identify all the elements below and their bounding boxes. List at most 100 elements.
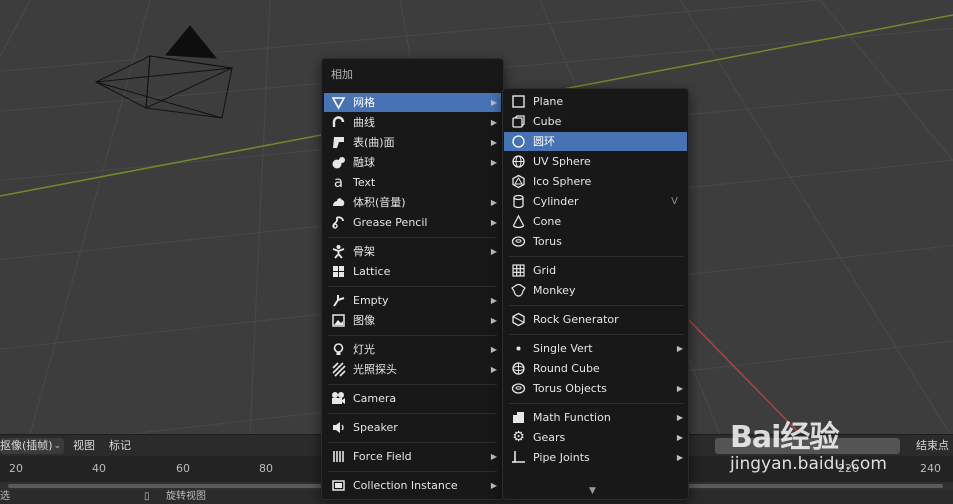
submenu-arrow-icon: ▶ [676,453,683,462]
mesh-item-pipe-joints[interactable]: Pipe Joints ▶ [504,448,687,467]
menu-item-label: Force Field [353,450,412,463]
cone-icon [511,214,526,229]
menu-item-label: Torus Objects [533,382,607,395]
camera-object [94,25,234,119]
mesh-item-round-cube[interactable]: Round Cube [504,359,687,378]
submenu-arrow-icon: ▶ [490,247,497,256]
status-rotate-view: 旋转视图 [166,491,206,502]
menu-item-label: 图像 [353,314,375,327]
menu-item-label: 圆环 [533,135,555,148]
frame-tick: 220 [838,462,859,475]
pipe-joints-icon [511,450,526,465]
add-menu-title: 相加 [331,68,353,81]
menu-item-label: Lattice [353,265,391,278]
mesh-item-single-vert[interactable]: Single Vert ▶ [504,339,687,358]
frame-field[interactable] [715,438,900,454]
menu-item-label: 灯光 [353,343,375,356]
submenu-arrow-icon: ▶ [676,413,683,422]
menu-item-label: 融球 [353,156,375,169]
mesh-item-gears[interactable]: ⚙ Gears ▶ [504,428,687,447]
submenu-arrow-icon: ▶ [490,296,497,305]
force-field-icon [331,449,346,464]
mesh-item-grid[interactable]: Grid [504,261,687,280]
mesh-submenu: Plane Cube 圆环 UV Sphere Ico Sphere Cylin… [502,88,689,500]
menu-item-label: Speaker [353,421,398,434]
mesh-item-uv-sphere[interactable]: UV Sphere [504,152,687,171]
menu-separator [328,471,497,472]
menu-item-force-field[interactable]: Force Field ▶ [324,447,501,466]
menu-item-label: 网格 [353,96,375,109]
menu-separator [509,256,684,257]
mesh-item-ico-sphere[interactable]: Ico Sphere [504,172,687,191]
gears-icon: ⚙ [512,429,525,445]
circle-icon [511,134,526,149]
menu-item-armature[interactable]: 骨架 ▶ [324,242,501,261]
mesh-item-cylinder[interactable]: Cylinder V [504,192,687,211]
math-function-icon [511,410,526,425]
vertex-icon [511,341,526,356]
curve-icon [331,115,346,130]
submenu-arrow-icon: ▶ [490,481,497,490]
menu-item-mesh[interactable]: 网格 ▶ [324,93,501,112]
view-menu[interactable]: 视图 [73,438,95,454]
collection-icon [331,478,346,493]
mesh-item-torus[interactable]: Torus [504,232,687,251]
menu-item-label: Camera [353,392,397,405]
menu-item-lattice[interactable]: Lattice [324,262,501,281]
menu-item-label: Text [353,176,376,189]
menu-item-label: Ico Sphere [533,175,592,188]
menu-separator [328,237,497,238]
mesh-item-circle[interactable]: 圆环 [504,132,687,151]
menu-item-empty[interactable]: Empty ▶ [324,291,501,310]
keying-mode-dropdown[interactable]: 抠像(插帧) ⌄ [0,438,64,454]
mesh-item-rock-generator[interactable]: Rock Generator [504,310,687,329]
uv-sphere-icon [511,154,526,169]
menu-item-light-probe[interactable]: 光照探头 ▶ [324,360,501,379]
volume-icon [331,195,346,210]
mesh-item-cube[interactable]: Cube [504,112,687,131]
menu-separator [509,403,684,404]
menu-item-label: Cone [533,215,562,228]
text-icon: a [333,173,344,191]
mesh-item-plane[interactable]: Plane [504,92,687,111]
menu-item-camera[interactable]: Camera [324,389,501,408]
submenu-arrow-icon: ▶ [490,452,497,461]
submenu-arrow-icon: ▶ [490,98,497,107]
menu-item-light[interactable]: 灯光 ▶ [324,340,501,359]
frame-tick: 20 [9,462,23,475]
mesh-item-torus-objects[interactable]: Torus Objects ▶ [504,379,687,398]
torus-objects-icon [511,381,526,396]
submenu-arrow-icon: ▶ [490,316,497,325]
camera-icon [331,391,346,406]
menu-item-text[interactable]: a Text [324,173,501,192]
menu-item-image[interactable]: 图像 ▶ [324,311,501,330]
frame-tick: 40 [92,462,106,475]
mesh-item-monkey[interactable]: Monkey [504,281,687,300]
submenu-arrow-icon: ▶ [490,138,497,147]
menu-item-label: UV Sphere [533,155,591,168]
marker-menu[interactable]: 标记 [109,438,131,454]
submenu-arrow-icon: ▶ [676,384,683,393]
speaker-icon [331,420,346,435]
submenu-arrow-icon: ▶ [490,345,497,354]
menu-item-label: 光照探头 [353,363,397,376]
mesh-item-cone[interactable]: Cone [504,212,687,231]
menu-item-speaker[interactable]: Speaker [324,418,501,437]
menu-item-surface[interactable]: 表(曲)面 ▶ [324,133,501,152]
menu-item-grease-pencil[interactable]: Grease Pencil ▶ [324,213,501,232]
mesh-item-math-function[interactable]: Math Function ▶ [504,408,687,427]
scroll-down-arrow-icon[interactable]: ▼ [589,486,596,496]
frame-tick: 240 [920,462,941,475]
menu-item-label: Plane [533,95,564,108]
menu-item-curve[interactable]: 曲线 ▶ [324,113,501,132]
menu-item-label: Pipe Joints [533,451,590,464]
surface-icon [331,135,346,150]
frame-tick: 80 [259,462,273,475]
menu-separator [509,305,684,306]
menu-item-volume[interactable]: 体积(音量) ▶ [324,193,501,212]
light-icon [331,342,346,357]
menu-item-collection-instance[interactable]: Collection Instance ▶ [324,476,501,495]
end-frame-label[interactable]: 结束点 [916,438,949,454]
menu-item-metaball[interactable]: 融球 ▶ [324,153,501,172]
submenu-arrow-icon: ▶ [490,118,497,127]
